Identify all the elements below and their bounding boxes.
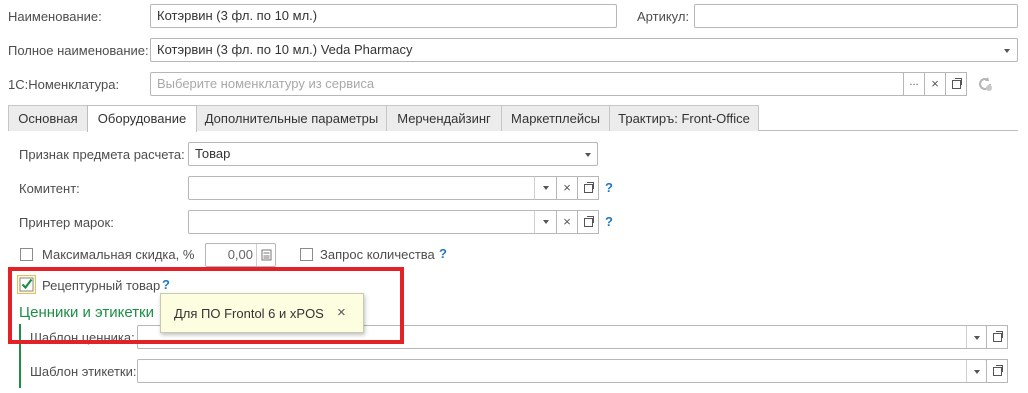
- label-template-label: Шаблон этикетки:: [30, 364, 137, 379]
- printer-help-icon[interactable]: ?: [605, 214, 613, 229]
- committent-help-icon[interactable]: ?: [605, 180, 613, 195]
- chevron-down-icon: [584, 152, 591, 157]
- calculator-button[interactable]: [256, 244, 276, 266]
- article-label: Артикул:: [637, 9, 690, 24]
- printer-dropdown-button[interactable]: [534, 210, 557, 234]
- printer-open-button[interactable]: [577, 210, 599, 234]
- tab-marketplaces[interactable]: Маркетплейсы: [501, 105, 610, 131]
- max-discount-checkbox[interactable]: [20, 248, 33, 261]
- open-icon: [951, 77, 962, 89]
- open-icon: [992, 330, 1003, 342]
- quantity-request-label: Запрос количества: [320, 247, 435, 262]
- nomenclature-open-button[interactable]: [945, 72, 967, 96]
- committent-dropdown-button[interactable]: [534, 176, 557, 200]
- chevron-down-icon: [542, 220, 549, 225]
- printer-input[interactable]: [188, 210, 557, 234]
- fullname-dropdown-button[interactable]: [997, 39, 1017, 61]
- committent-open-button[interactable]: [577, 176, 599, 200]
- refresh-icon[interactable]: [976, 75, 994, 93]
- name-label: Наименование:: [8, 9, 102, 24]
- max-discount-label: Максимальная скидка, %: [42, 247, 195, 262]
- payment-subject-label: Признак предмета расчета:: [19, 147, 185, 162]
- label-template-dropdown-button[interactable]: [966, 360, 987, 382]
- nomenclature-select-button[interactable]: ...: [903, 72, 925, 96]
- open-icon: [992, 364, 1003, 376]
- price-tag-dropdown-button[interactable]: [966, 326, 987, 348]
- tab-equipment[interactable]: Оборудование: [87, 105, 197, 132]
- nomenclature-clear-button[interactable]: ×: [924, 72, 946, 96]
- fullname-label: Полное наименование:: [8, 43, 149, 58]
- nomenclature-input[interactable]: Выберите номенклатуру из сервиса: [150, 72, 904, 96]
- tab-extra-params[interactable]: Дополнительные параметры: [196, 105, 387, 131]
- label-template-input[interactable]: [137, 359, 987, 383]
- article-input[interactable]: [694, 4, 1018, 28]
- nomenclature-label: 1С:Номенклатура:: [8, 77, 120, 92]
- name-input[interactable]: Котэрвин (3 фл. по 10 мл.): [150, 4, 617, 28]
- committent-label: Комитент:: [19, 181, 80, 196]
- printer-label: Принтер марок:: [19, 215, 114, 230]
- quantity-request-help-icon[interactable]: ?: [439, 246, 447, 261]
- committent-clear-button[interactable]: ×: [556, 176, 578, 200]
- chevron-down-icon: [1004, 48, 1010, 53]
- printer-clear-button[interactable]: ×: [556, 210, 578, 234]
- committent-input[interactable]: [188, 176, 557, 200]
- fullname-input[interactable]: Котэрвин (3 фл. по 10 мл.) Veda Pharmacy: [150, 38, 1018, 62]
- tab-main[interactable]: Основная: [8, 105, 88, 131]
- tab-merchandising[interactable]: Мерчендайзинг: [386, 105, 502, 131]
- highlight-frame: [8, 267, 404, 344]
- calculator-icon: [261, 249, 272, 261]
- payment-subject-dropdown-button[interactable]: [578, 143, 597, 165]
- payment-subject-select[interactable]: Товар: [188, 142, 598, 166]
- open-icon: [583, 215, 594, 227]
- chevron-down-icon: [974, 335, 980, 340]
- open-icon: [583, 181, 594, 193]
- tab-traktir[interactable]: Трактиръ: Front-Office: [609, 105, 759, 131]
- label-template-open-button[interactable]: [986, 359, 1008, 383]
- chevron-down-icon: [542, 186, 549, 191]
- chevron-down-icon: [974, 369, 980, 374]
- quantity-request-checkbox[interactable]: [300, 248, 313, 261]
- price-tag-open-button[interactable]: [986, 325, 1008, 349]
